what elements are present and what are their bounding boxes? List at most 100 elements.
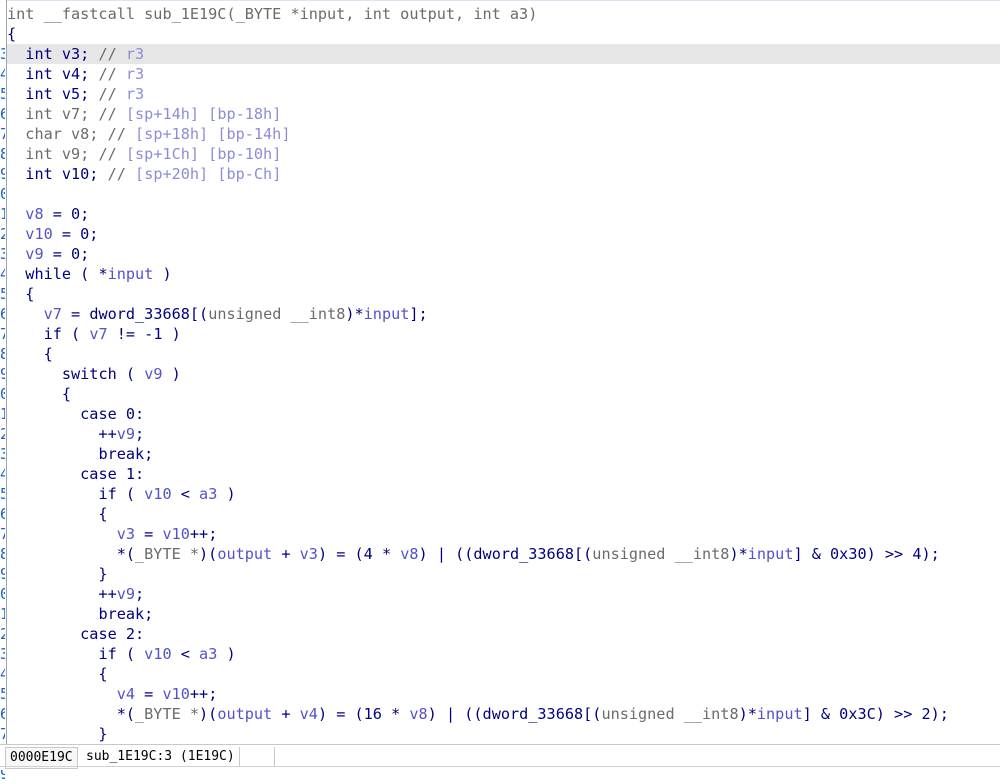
code-line[interactable]: case 1: — [7, 464, 1000, 484]
code-token: ( * — [71, 265, 108, 283]
code-token: v8; — [61, 125, 108, 143]
code-token: int __fastcall sub_1E19C(_BYTE *input, i… — [7, 5, 538, 23]
code-line[interactable]: v4 = v10++; — [7, 684, 1000, 704]
code-token: ) = (16 * — [317, 705, 410, 723]
code-token: ) — [162, 365, 181, 383]
code-line[interactable]: v10 = 0; — [7, 224, 1000, 244]
code-line[interactable]: { — [7, 344, 1000, 364]
code-token: ) | (( — [418, 545, 474, 563]
code-token: switch — [61, 365, 117, 383]
code-token: v8 — [400, 545, 419, 563]
code-line[interactable]: int __fastcall sub_1E19C(_BYTE *input, i… — [7, 4, 1000, 24]
line-number: 6 — [0, 705, 5, 723]
code-line[interactable]: if ( v7 != -1 ) — [7, 324, 1000, 344]
code-token: = — [135, 525, 163, 543]
code-token: )* — [729, 545, 748, 563]
code-token: ++ — [7, 585, 117, 603]
code-token: // — [98, 65, 126, 83]
line-number: 5 — [0, 285, 5, 303]
code-line[interactable]: } — [7, 724, 1000, 744]
line-number: 7 — [0, 325, 5, 343]
line-number: 3 — [0, 45, 5, 63]
code-line[interactable]: if ( v10 < a3 ) — [7, 644, 1000, 664]
code-line[interactable]: *(_BYTE *)(output + v3) = (4 * v8) | ((d… — [7, 544, 1000, 564]
code-line[interactable]: break; — [7, 604, 1000, 624]
code-token: *( — [7, 545, 136, 563]
code-line[interactable]: int v7; // [sp+14h] [bp-18h] — [7, 104, 1000, 124]
code-line[interactable]: v3 = v10++; — [7, 524, 1000, 544]
code-line[interactable]: int v9; // [sp+1Ch] [bp-10h] — [7, 144, 1000, 164]
code-line[interactable]: { — [7, 504, 1000, 524]
code-line[interactable]: v9 = 0; — [7, 244, 1000, 264]
code-token: ++ — [7, 425, 117, 443]
code-line[interactable]: char v8; // [sp+18h] [bp-14h] — [7, 124, 1000, 144]
code-token: [sp+18h] [bp-14h] — [135, 125, 291, 143]
line-number: 5 — [0, 485, 5, 503]
code-line[interactable]: *(_BYTE *)(output + v4) = (16 * v8) | ((… — [7, 704, 1000, 724]
line-number: 3 — [0, 245, 5, 263]
code-line[interactable]: { — [7, 24, 1000, 44]
code-line[interactable]: } — [7, 564, 1000, 584]
code-line[interactable]: ++v9; — [7, 424, 1000, 444]
pseudocode-view[interactable]: int __fastcall sub_1E19C(_BYTE *input, i… — [7, 4, 1000, 744]
code-line[interactable]: case 2: — [7, 624, 1000, 644]
code-token: r3 — [125, 85, 145, 103]
line-number: 7 — [0, 525, 5, 543]
line-number: 1 — [0, 605, 5, 623]
code-token: ( — [116, 485, 145, 503]
code-line[interactable]: case 0: — [7, 404, 1000, 424]
code-line[interactable]: { — [7, 284, 1000, 304]
code-token: break — [98, 605, 145, 623]
line-number: 8 — [0, 345, 5, 363]
code-token: ] & 0x30) >> 4); — [793, 545, 940, 563]
code-line[interactable]: int v10; // [sp+20h] [bp-Ch] — [7, 164, 1000, 184]
code-token: [sp+14h] [bp-18h] — [125, 105, 282, 123]
code-token: [sp+1Ch] [bp-10h] — [125, 145, 282, 163]
code-line[interactable]: int v5; // r3 — [7, 84, 1000, 104]
code-line[interactable]: while ( *input ) — [7, 264, 1000, 284]
code-token: int — [25, 105, 53, 123]
code-token: unsigned __int8 — [601, 705, 739, 723]
code-token: input — [363, 305, 410, 323]
code-token: v5; — [52, 85, 99, 103]
code-token: < — [171, 645, 200, 663]
code-line[interactable]: v7 = dword_33668[(unsigned __int8)*input… — [7, 304, 1000, 324]
code-line[interactable] — [7, 184, 1000, 204]
code-token: v4 — [299, 705, 318, 723]
code-token: v3 — [116, 525, 136, 543]
code-line[interactable]: break; — [7, 444, 1000, 464]
code-line[interactable]: v8 = 0; — [7, 204, 1000, 224]
code-token: r3 — [125, 65, 145, 83]
code-token: + — [272, 545, 300, 563]
line-number: 0 — [0, 185, 5, 203]
code-token: _BYTE * — [135, 545, 200, 563]
code-token: // — [98, 145, 126, 163]
code-token: a3 — [199, 485, 218, 503]
code-token: } — [7, 565, 108, 583]
code-line[interactable]: if ( v10 < a3 ) — [7, 484, 1000, 504]
code-line[interactable]: int v3; // r3 — [7, 44, 1000, 64]
code-token: v7 — [89, 325, 108, 343]
code-line[interactable]: ++v9; — [7, 584, 1000, 604]
line-number: 1 — [0, 405, 5, 423]
code-line[interactable]: switch ( v9 ) — [7, 364, 1000, 384]
line-number: 6 — [0, 505, 5, 523]
code-token: ++; — [189, 685, 218, 703]
code-token: v3 — [299, 545, 318, 563]
code-line[interactable]: int v4; // r3 — [7, 64, 1000, 84]
code-token: v9 — [116, 425, 136, 443]
code-line[interactable]: { — [7, 664, 1000, 684]
code-line[interactable]: { — [7, 384, 1000, 404]
code-token: v8 — [25, 205, 44, 223]
code-token: if — [98, 485, 117, 503]
code-token: = 0; — [52, 225, 99, 243]
line-number: 0 — [0, 385, 5, 403]
code-token: // — [98, 45, 126, 63]
